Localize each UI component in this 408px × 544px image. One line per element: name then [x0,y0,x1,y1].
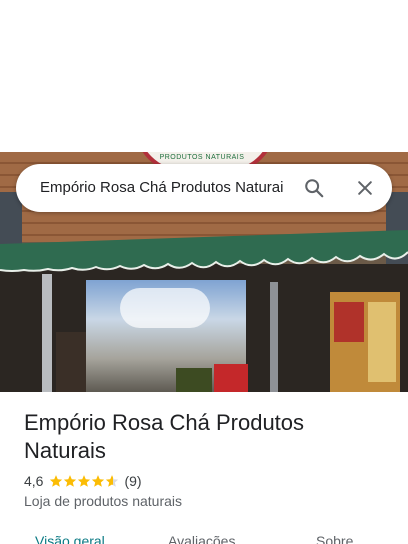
product-display [334,302,364,342]
tab-about[interactable]: Sobre [316,533,353,544]
shop-sign-text: PRODUTOS NATURAIS [159,154,245,161]
product-display [368,302,396,382]
shelf [56,332,86,392]
place-tabs: Visão geral Avaliações Sobre [0,530,408,544]
star-icon [50,475,63,487]
door-frame [270,282,278,392]
tab-reviews[interactable]: Avaliações [168,533,235,544]
star-icon [92,475,105,487]
search-bar[interactable]: Empório Rosa Chá Produtos Naturai [16,164,392,212]
rating-stars [49,474,119,488]
product-display [176,368,212,392]
star-icon [64,475,77,487]
search-icon[interactable] [300,174,328,202]
window-reflection [120,288,210,328]
search-input[interactable]: Empório Rosa Chá Produtos Naturai [40,178,290,198]
close-icon[interactable] [351,174,379,202]
review-count[interactable]: (9) [124,473,141,489]
place-title: Empório Rosa Chá Produtos Naturais [24,410,305,463]
awning [0,230,408,272]
rating-value: 4,6 [24,473,44,489]
door-frame [42,274,52,392]
half-star-icon [106,475,119,487]
tab-overview[interactable]: Visão geral [35,533,105,544]
star-icon [78,475,91,487]
place-category[interactable]: Loja de produtos naturais [24,493,182,509]
product-display [214,364,248,392]
blank-header-area [0,0,408,152]
rating-row[interactable]: 4,6 (9) [24,472,142,490]
